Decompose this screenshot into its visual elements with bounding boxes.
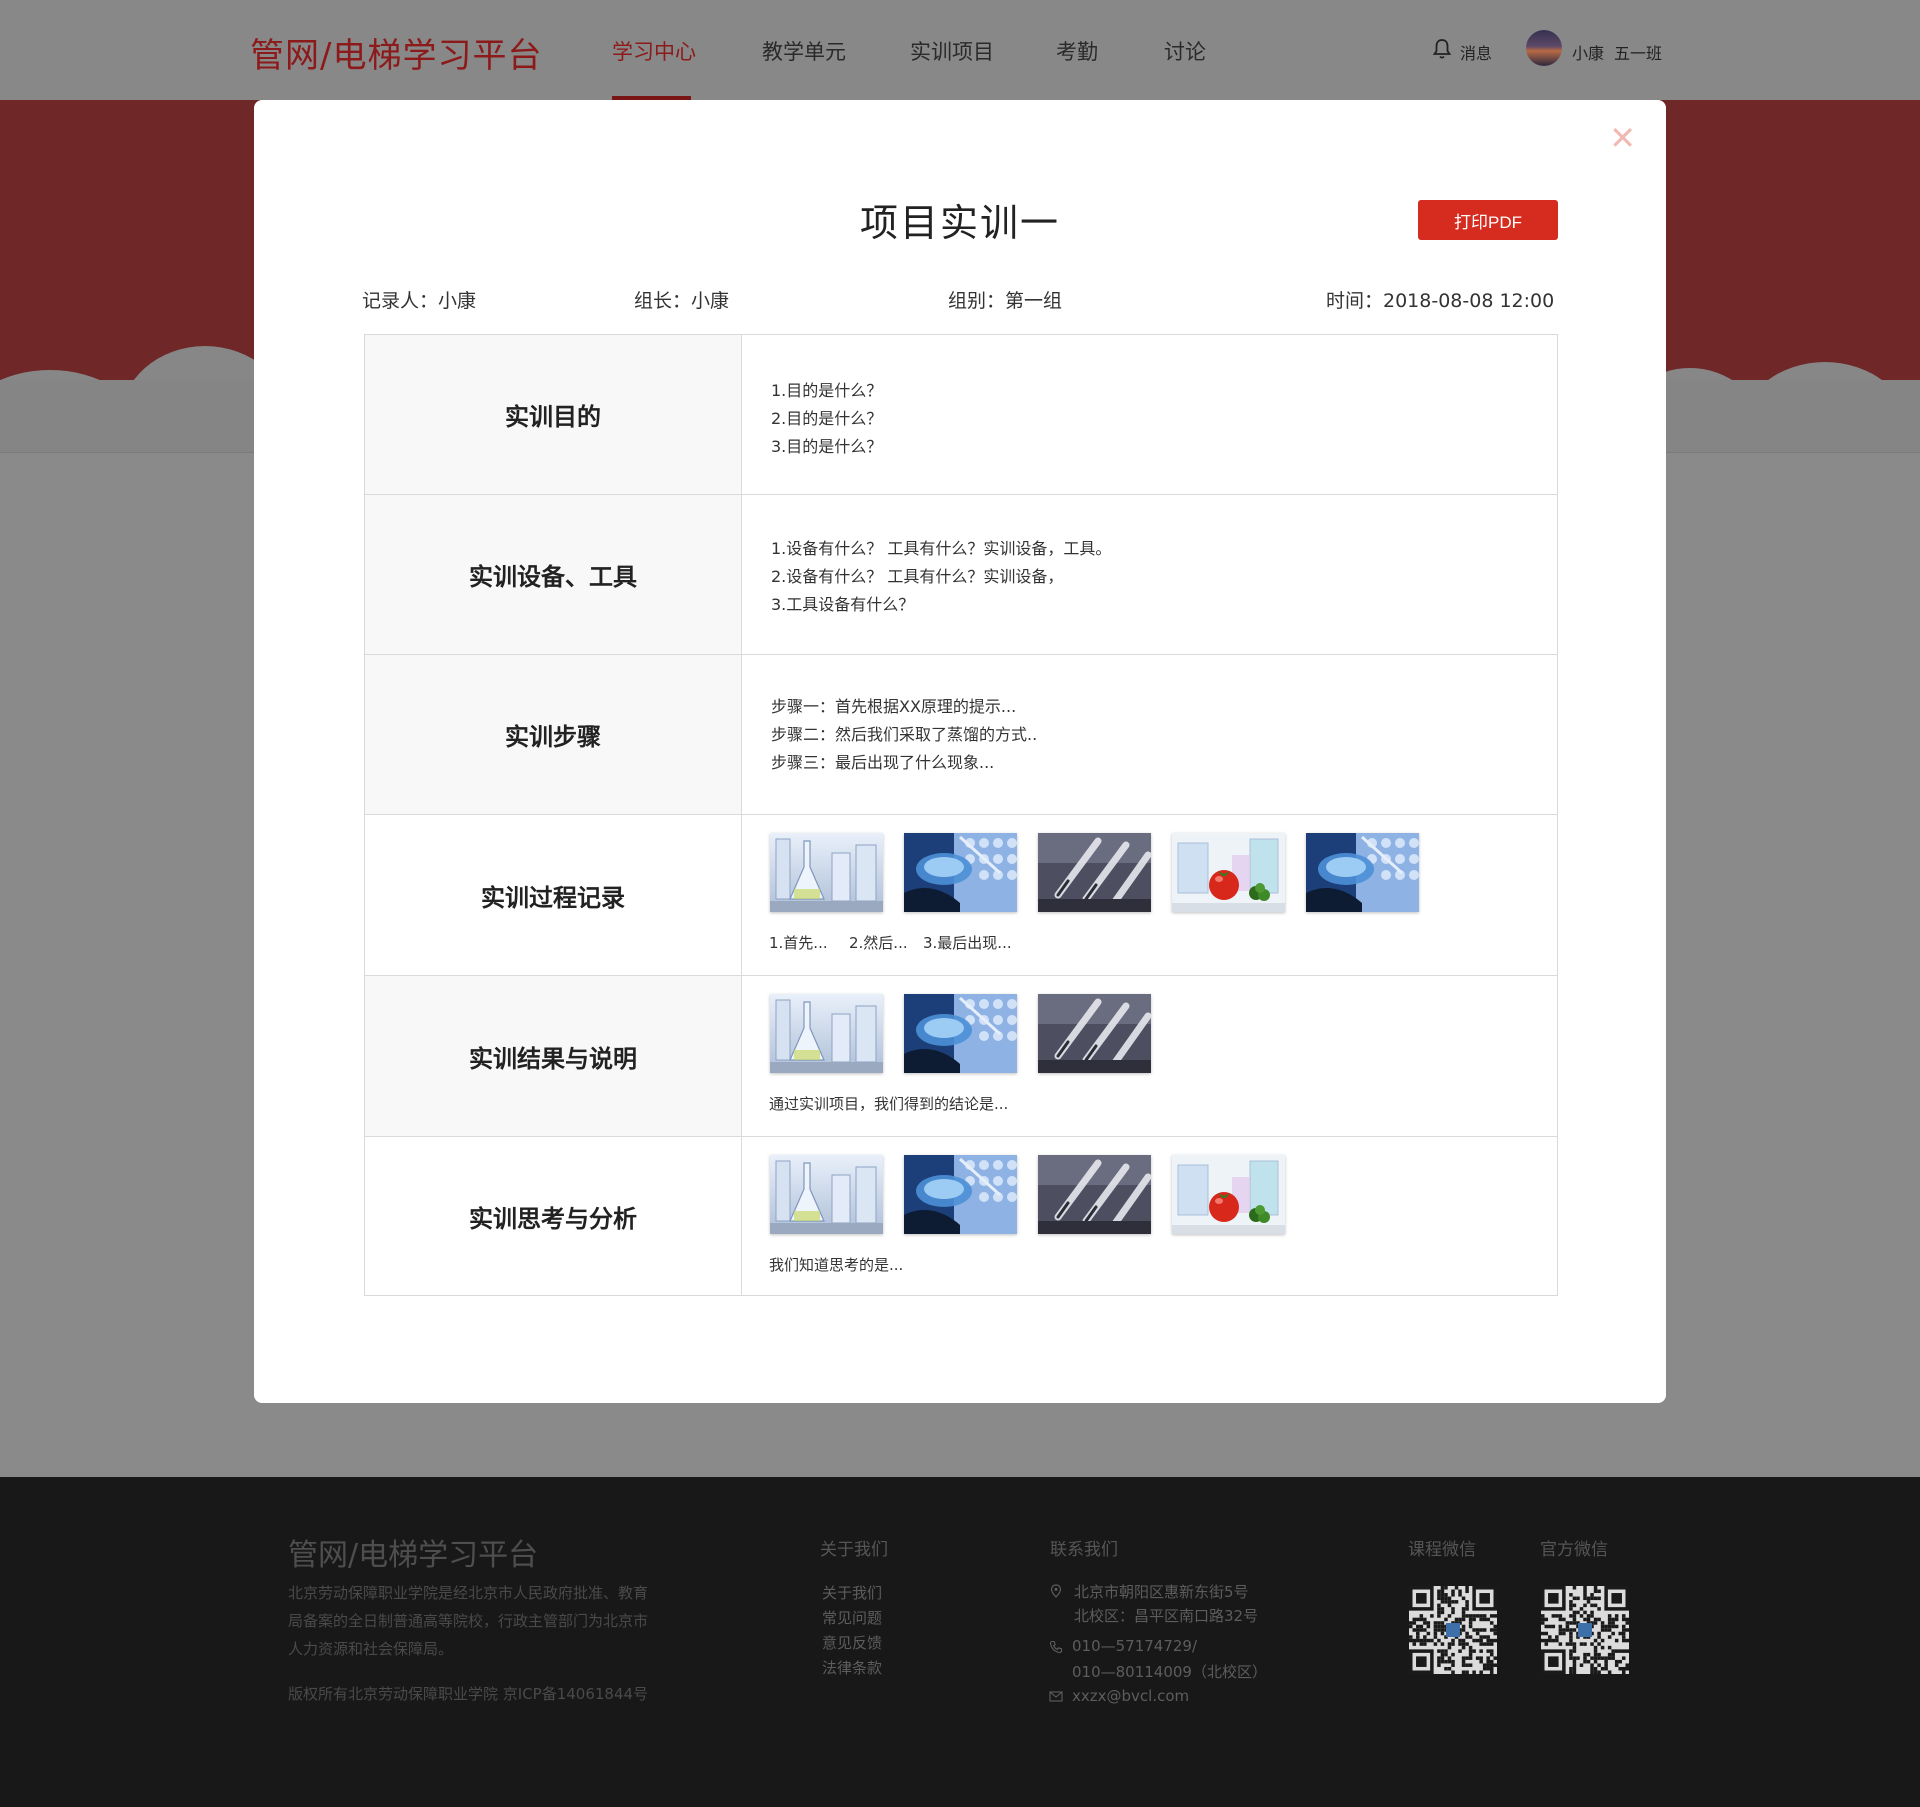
row-label: 实训过程记录 (365, 815, 742, 975)
thumbnail-image[interactable] (1306, 833, 1419, 912)
list-item: 2.设备有什么？ 工具有什么？实训设备， (771, 567, 1064, 586)
list-item: 1.目的是什么？ (771, 381, 883, 400)
user-class: 五一班 (1614, 44, 1663, 63)
footer-description: 人力资源和社会保障局。 (288, 1640, 454, 1658)
row-label: 实训思考与分析 (365, 1137, 742, 1295)
analysis-note: 我们知道思考的是... (769, 1256, 904, 1274)
thumbnail-image[interactable] (1038, 994, 1151, 1073)
recorder-info: 记录人：小康 (362, 290, 477, 312)
footer-description: 北京劳动保障职业学院是经北京市人民政府批准、教育 (288, 1584, 649, 1602)
close-icon[interactable]: ✕ (1609, 122, 1636, 154)
image-caption: 1.首先... (769, 934, 828, 952)
qr-course-title: 课程微信 (1408, 1540, 1476, 1560)
nav-learning-center[interactable]: 学习中心 (612, 36, 696, 66)
nav-teaching-units[interactable]: 教学单元 (762, 36, 846, 66)
thumbnail-image[interactable] (770, 833, 883, 912)
thumbnail-image[interactable] (904, 994, 1017, 1073)
email-address[interactable]: xxzx@bvcl.com (1072, 1687, 1189, 1705)
list-item: 1.设备有什么？ 工具有什么？实训设备，工具。 (771, 539, 1112, 558)
row-content: 步骤一：首先根据XX原理的提示... 步骤二：然后我们采取了蒸馏的方式.. 步骤… (743, 655, 1557, 814)
row-content: 1.首先... 2.然后... 3.最后出现... (743, 815, 1557, 975)
row-content: 通过实训项目，我们得到的结论是... (743, 976, 1557, 1136)
site-logo[interactable]: 管网/电梯学习平台 (250, 28, 542, 77)
footer-link-legal[interactable]: 法律条款 (822, 1657, 882, 1678)
table-row: 实训设备、工具 1.设备有什么？ 工具有什么？实训设备，工具。 2.设备有什么？… (365, 495, 1557, 655)
messages-link[interactable]: 消息 (1460, 40, 1492, 64)
avatar[interactable] (1526, 30, 1562, 66)
thumbnail-image[interactable] (770, 1155, 883, 1234)
footer-link-about[interactable]: 关于我们 (822, 1582, 882, 1603)
footer-link-feedback[interactable]: 意见反馈 (822, 1632, 882, 1653)
row-label: 实训目的 (365, 335, 742, 494)
table-row: 实训过程记录 1.首先... 2.然后... 3.最后出现... (365, 815, 1557, 976)
row-label: 实训步骤 (365, 655, 742, 814)
table-row: 实训步骤 步骤一：首先根据XX原理的提示... 步骤二：然后我们采取了蒸馏的方式… (365, 655, 1557, 815)
row-content: 1.设备有什么？ 工具有什么？实训设备，工具。 2.设备有什么？ 工具有什么？实… (743, 495, 1557, 654)
footer-contact-title: 联系我们 (1050, 1540, 1118, 1560)
bell-icon[interactable] (1432, 38, 1452, 60)
address-main: 北京市朝阳区惠新东街5号 (1074, 1583, 1249, 1601)
phone-main: 010—57174729/ (1072, 1637, 1198, 1655)
list-item: 步骤三：最后出现了什么现象... (771, 753, 995, 772)
thumbnail-image[interactable] (770, 994, 883, 1073)
leader-info: 组长：小康 (634, 290, 730, 312)
address-north: 北校区：昌平区南口路32号 (1074, 1607, 1259, 1625)
thumbnail-image[interactable] (1038, 833, 1151, 912)
site-footer: 管网/电梯学习平台 北京劳动保障职业学院是经北京市人民政府批准、教育 局备案的全… (0, 1477, 1920, 1807)
list-item: 步骤二：然后我们采取了蒸馏的方式.. (771, 725, 1038, 744)
phone-north: 010—80114009（北校区） (1072, 1663, 1267, 1681)
table-row: 实训思考与分析 我们知道思考的是... (365, 1137, 1557, 1295)
result-note: 通过实训项目，我们得到的结论是... (769, 1095, 1009, 1113)
nav-discussion[interactable]: 讨论 (1164, 36, 1206, 66)
record-table: 实训目的 1.目的是什么？ 2.目的是什么？ 3.目的是什么？ 实训设备、工具 … (364, 334, 1558, 1296)
thumbnail-image[interactable] (1172, 833, 1285, 912)
row-content: 我们知道思考的是... (743, 1137, 1557, 1295)
qr-official-title: 官方微信 (1540, 1540, 1608, 1560)
print-pdf-button[interactable]: 打印PDF (1418, 200, 1558, 240)
thumbnail-image[interactable] (904, 833, 1017, 912)
user-name[interactable]: 小康 (1572, 40, 1604, 64)
list-item: 2.目的是什么？ (771, 409, 883, 428)
training-record-modal: ✕ 项目实训一 打印PDF 记录人：小康 组长：小康 组别：第一组 时间：201… (254, 100, 1666, 1403)
row-label: 实训结果与说明 (365, 976, 742, 1136)
thumbnail-image[interactable] (904, 1155, 1017, 1234)
footer-description: 局备案的全日制普通高等院校，行政主管部门为北京市 (288, 1612, 649, 1630)
image-caption: 3.最后出现... (923, 934, 1012, 952)
location-icon (1050, 1584, 1062, 1598)
thumbnail-image[interactable] (1172, 1155, 1285, 1234)
table-row: 实训结果与说明 通过实训项目，我们得到的结论是... (365, 976, 1557, 1137)
time-info: 时间：2018-08-08 12:00 (1326, 290, 1555, 312)
mail-icon (1049, 1691, 1063, 1702)
list-item: 3.目的是什么？ (771, 437, 883, 456)
copyright-text: 版权所有北京劳动保障职业学院 京ICP备14061844号 (288, 1685, 649, 1703)
row-label: 实训设备、工具 (365, 495, 742, 654)
nav-attendance[interactable]: 考勤 (1056, 36, 1098, 66)
table-row: 实训目的 1.目的是什么？ 2.目的是什么？ 3.目的是什么？ (365, 335, 1557, 495)
thumbnail-image[interactable] (1038, 1155, 1151, 1234)
nav-training-projects[interactable]: 实训项目 (910, 36, 994, 66)
top-header: 管网/电梯学习平台 学习中心 教学单元 实训项目 考勤 讨论 消息 小康 五一班 (0, 0, 1920, 100)
footer-link-faq[interactable]: 常见问题 (822, 1607, 882, 1628)
qr-code-official (1541, 1586, 1629, 1674)
list-item: 3.工具设备有什么？ (771, 595, 915, 614)
image-caption: 2.然后... (849, 934, 908, 952)
list-item: 步骤一：首先根据XX原理的提示... (771, 697, 1017, 716)
phone-icon (1049, 1640, 1063, 1654)
footer-about-title: 关于我们 (820, 1540, 888, 1560)
row-content: 1.目的是什么？ 2.目的是什么？ 3.目的是什么？ (743, 335, 1557, 494)
group-info: 组别：第一组 (948, 290, 1063, 312)
qr-code-course (1409, 1586, 1497, 1674)
footer-logo[interactable]: 管网/电梯学习平台 (288, 1530, 538, 1574)
